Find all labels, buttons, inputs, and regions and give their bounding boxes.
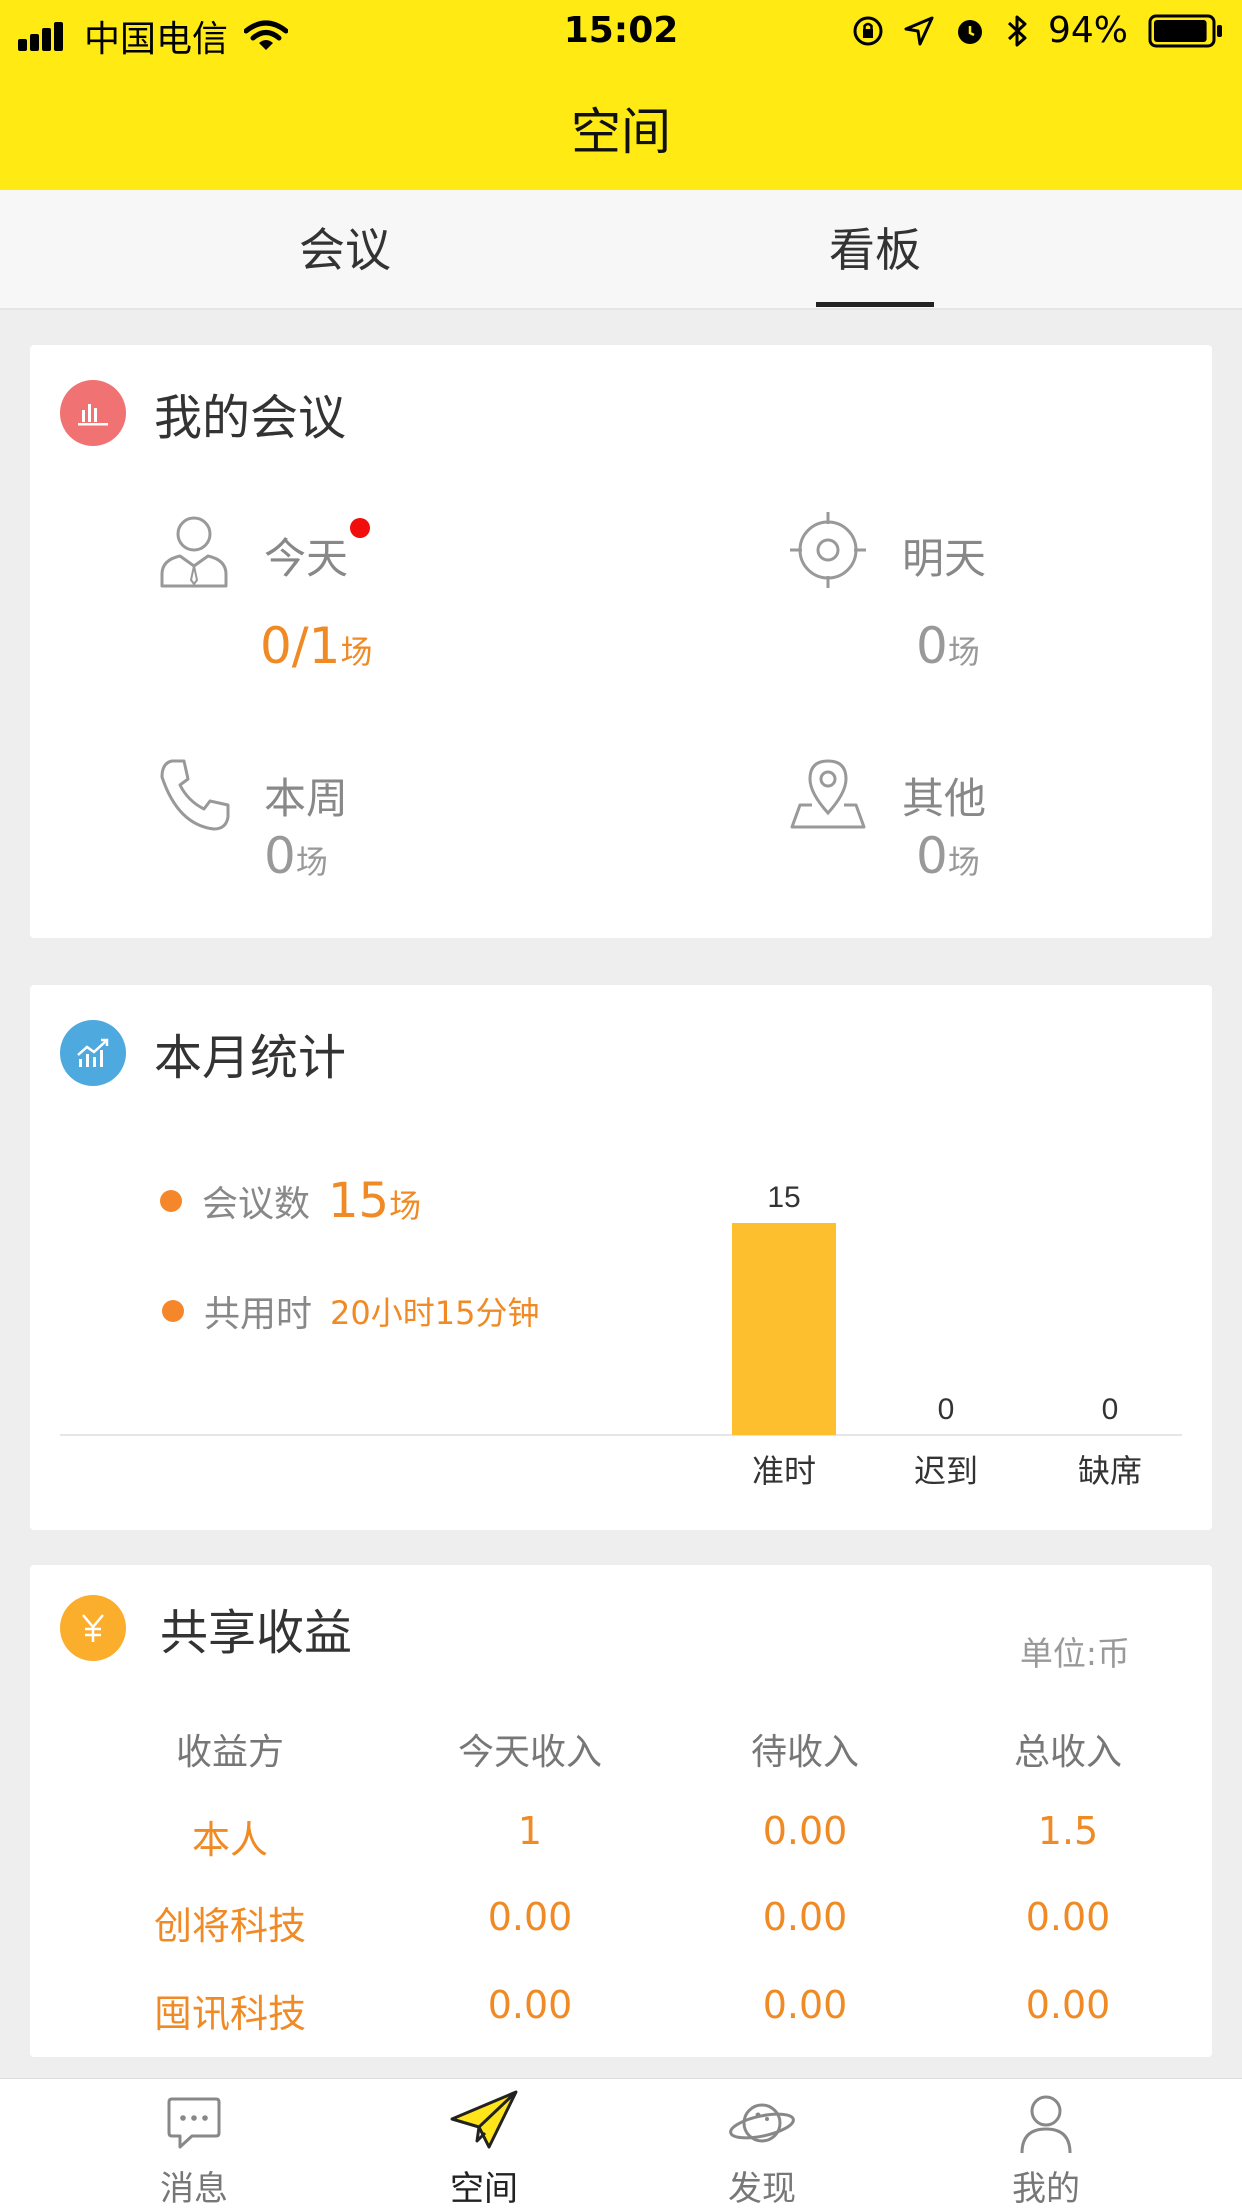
bottom-tab-bar: 消息 空间 发现 我的 <box>0 2078 1242 2208</box>
tabbar-label-me: 我的 <box>1012 2169 1080 2208</box>
tabbar-item-messages[interactable]: 消息 <box>104 2079 284 2208</box>
target-icon <box>790 512 866 588</box>
tabbar-label-messages: 消息 <box>160 2169 228 2208</box>
unit-note: 单位:币 <box>1019 1634 1130 1673</box>
page: 中国电信 15:02 94% 空间 会议 看板 我的会议 今天 0/1场 明天 … <box>0 0 1242 2208</box>
shared-income-card: 共享收益 单位:币 收益方 今天收入 待收入 总收入本人 1 0.00 1.5 创将科技 0.0… <box>30 1565 1212 2057</box>
meeting-today-value: 0/1场 <box>260 617 373 675</box>
unread-dot <box>350 518 370 538</box>
alarm-icon <box>957 19 982 44</box>
table-header-cell: 收益方 <box>175 1732 284 1773</box>
chart-category-label: 缺席 <box>1078 1452 1142 1490</box>
segment-tabs: 会议 看板 <box>0 190 1242 310</box>
user-icon <box>1020 2095 1072 2154</box>
tabbar-label-discover: 发现 <box>728 2169 796 2208</box>
chart-data-label: 0 <box>938 1393 955 1426</box>
meeting-tomorrow-label: 明天 <box>902 534 987 583</box>
meeting-today-label: 今天 <box>264 534 349 583</box>
meeting-other-value: 0场 <box>916 827 980 885</box>
meeting-this-week-label: 本周 <box>264 774 349 823</box>
shared-income-header: 共享收益 <box>60 1595 352 1661</box>
location-pin-icon <box>790 759 866 829</box>
chart-category-label: 准时 <box>752 1452 816 1490</box>
location-arrow-icon <box>904 16 934 45</box>
table-cell: 创将科技 <box>153 1904 306 1948</box>
yen-icon <box>60 1595 126 1661</box>
tabbar-item-discover[interactable]: 发现 <box>672 2079 852 2208</box>
shared-income-title: 共享收益 <box>160 1605 353 1661</box>
table-cell: 0.00 <box>762 1809 848 1853</box>
table-cell: 本人 <box>191 1818 268 1862</box>
bar-chart-icon <box>60 380 126 446</box>
attendance-bar-chart: 15 准时 0 迟到 0 缺席 <box>60 1181 1182 1490</box>
my-meetings-header: 我的会议 <box>60 380 346 446</box>
table-cell: 1.5 <box>1037 1809 1099 1853</box>
meeting-this-week-value: 0场 <box>264 827 328 885</box>
top-bar: 中国电信 15:02 94% 空间 <box>0 0 1242 190</box>
battery-icon <box>1148 14 1222 47</box>
phone-icon <box>160 759 230 831</box>
table-cell: 0.00 <box>1025 1895 1111 1939</box>
table-cell: 1 <box>517 1809 543 1853</box>
chart-bar <box>732 1223 836 1435</box>
page-title: 空间 <box>571 103 671 161</box>
chart-data-label: 15 <box>767 1181 800 1214</box>
battery-percent: 94% <box>1047 10 1128 51</box>
bluetooth-icon <box>1007 15 1027 46</box>
tabbar-item-me[interactable]: 我的 <box>956 2079 1136 2208</box>
table-cell: 0.00 <box>487 1895 573 1939</box>
meeting-other-label: 其他 <box>902 774 987 823</box>
tabbar-item-space[interactable]: 空间 <box>394 2079 574 2208</box>
table-header-cell: 待收入 <box>750 1732 859 1773</box>
monthly-stats-card: 本月统计 会议数 15场 共用时 20小时15分钟 15 准时 0 迟到 0 缺席 <box>30 985 1212 1530</box>
status-bar: 中国电信 15:02 94% <box>0 0 1242 62</box>
tab-meetings[interactable]: 会议 <box>200 190 490 310</box>
table-header-cell: 总收入 <box>1013 1732 1122 1773</box>
table-header-cell: 今天收入 <box>457 1732 602 1773</box>
planet-icon <box>729 2103 795 2143</box>
table-cell: 0.00 <box>762 1895 848 1939</box>
table-cell: 囤讯科技 <box>153 1992 306 2036</box>
my-meetings-title: 我的会议 <box>154 390 347 446</box>
my-meetings-card: 我的会议 今天 0/1场 明天 0场 本周 0场 其他 0场 <box>30 345 1212 938</box>
orientation-lock-icon <box>853 16 883 45</box>
table-cell: 0.00 <box>487 1983 573 2027</box>
tabbar-label-space: 空间 <box>450 2169 518 2208</box>
meeting-tomorrow-value: 0场 <box>916 617 980 675</box>
active-tab-indicator <box>816 302 934 307</box>
table-cell: 0.00 <box>1025 1983 1111 2027</box>
person-icon <box>160 516 228 588</box>
chart-category-label: 迟到 <box>914 1452 978 1490</box>
table-cell: 0.00 <box>762 1983 848 2027</box>
message-icon <box>167 2097 221 2149</box>
paper-plane-icon <box>450 2090 518 2149</box>
tab-dashboard[interactable]: 看板 <box>750 190 1000 310</box>
chart-data-label: 0 <box>1102 1393 1119 1426</box>
